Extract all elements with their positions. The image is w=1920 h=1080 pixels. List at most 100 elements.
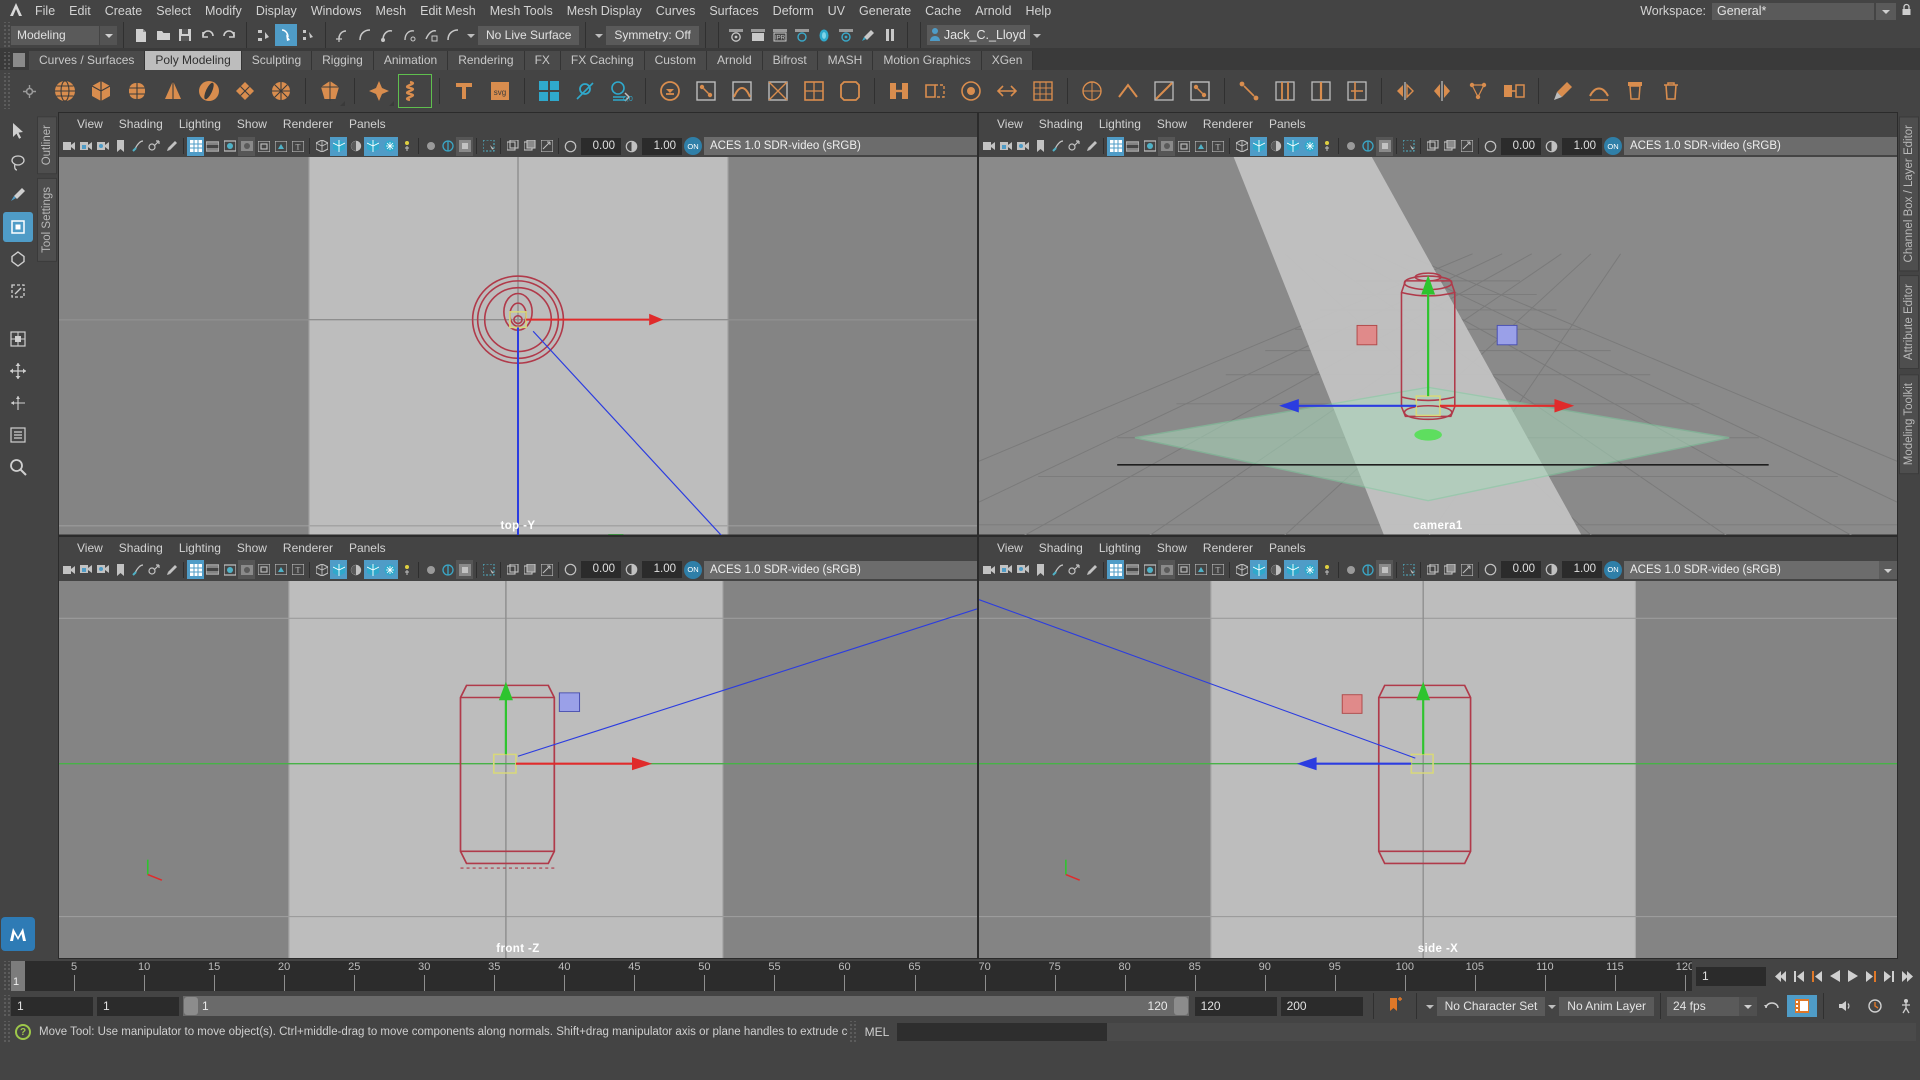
- use-all-lights-icon[interactable]: [1267, 560, 1284, 579]
- render-sequence-icon[interactable]: [791, 24, 813, 46]
- menu-item-create[interactable]: Create: [98, 1, 150, 21]
- multisample-icon[interactable]: [422, 137, 439, 156]
- character-icon[interactable]: [1890, 995, 1920, 1017]
- vm-panels[interactable]: Panels: [1261, 115, 1314, 133]
- shelf-button-poly-sphere[interactable]: [47, 73, 83, 109]
- vm-lighting[interactable]: Lighting: [1091, 539, 1149, 557]
- vtab-modeling-toolkit[interactable]: Modeling Toolkit: [1899, 373, 1919, 474]
- motion-blur-icon[interactable]: [1318, 560, 1335, 579]
- camera-attributes-icon[interactable]: [1015, 560, 1032, 579]
- shelf-button-poly-sculpt[interactable]: [1545, 73, 1581, 109]
- screen-space-ao-icon[interactable]: [1301, 136, 1318, 156]
- shelf-grip[interactable]: [2, 73, 11, 109]
- gamma-value-field[interactable]: 1.00: [642, 137, 682, 155]
- shelf-button-poly-transfer-attributes[interactable]: [1496, 73, 1532, 109]
- range-start-field[interactable]: 1: [97, 996, 179, 1016]
- snap-translate-tool[interactable]: [3, 324, 33, 354]
- character-set-arrow-icon[interactable]: [1423, 997, 1437, 1016]
- menu-item-windows[interactable]: Windows: [304, 1, 369, 21]
- vm-renderer[interactable]: Renderer: [1195, 115, 1261, 133]
- shelf-button-poly-disc[interactable]: [263, 73, 299, 109]
- anim-layer-field[interactable]: No Anim Layer: [1559, 996, 1654, 1016]
- symmetry-field[interactable]: Symmetry: Off: [606, 25, 699, 45]
- 2d-pan-zoom-icon[interactable]: [1066, 560, 1083, 579]
- user-dropdown-arrow-icon[interactable]: [1030, 26, 1044, 45]
- xray-icon[interactable]: [1400, 137, 1417, 156]
- gate-mask-icon[interactable]: [1158, 136, 1175, 156]
- shelf-button-poly-crease[interactable]: [1110, 73, 1146, 109]
- color-space-field[interactable]: ACES 1.0 SDR-video (sRGB): [704, 137, 977, 155]
- maya-logo-icon[interactable]: [4, 2, 28, 21]
- smooth-shade-icon[interactable]: [330, 136, 347, 156]
- scale-tool[interactable]: [3, 276, 33, 306]
- color-management-toggle[interactable]: ON: [684, 137, 702, 155]
- range-slider-grip[interactable]: [2, 995, 11, 1017]
- gate-mask-icon[interactable]: [1158, 560, 1175, 579]
- live-surface-field[interactable]: No Live Surface: [478, 25, 580, 45]
- vm-view[interactable]: View: [69, 115, 111, 133]
- help-line-grip[interactable]: [2, 1021, 11, 1043]
- gamma-icon[interactable]: [1543, 137, 1560, 156]
- persp-view-canvas[interactable]: camera1: [979, 157, 1897, 535]
- exposure-value-field[interactable]: 0.00: [1501, 137, 1541, 155]
- resolution-gate-icon[interactable]: [1141, 560, 1158, 579]
- shelf-button-poly-svg[interactable]: svg: [482, 73, 518, 109]
- film-gate-icon[interactable]: [1124, 560, 1141, 579]
- smooth-shade-icon[interactable]: [330, 560, 347, 579]
- lock-camera-icon[interactable]: [998, 137, 1015, 156]
- xray-active-components-icon[interactable]: [521, 137, 538, 156]
- shelf-button-poly-quadrangulate[interactable]: [796, 73, 832, 109]
- shelf-button-poly-cube[interactable]: [83, 73, 119, 109]
- go-to-end-icon[interactable]: [1898, 965, 1916, 987]
- gamma-icon[interactable]: [623, 137, 640, 156]
- exposure-icon[interactable]: [562, 137, 579, 156]
- gate-mask-icon[interactable]: [238, 136, 255, 156]
- bake-icon[interactable]: [1458, 560, 1475, 579]
- command-result-field[interactable]: [1107, 1023, 1916, 1041]
- step-back-frame-icon[interactable]: [1808, 965, 1826, 987]
- shelf-button-poly-bevel[interactable]: [832, 73, 868, 109]
- shelf-button-poly-fill-hole[interactable]: [953, 73, 989, 109]
- select-camera-icon[interactable]: [981, 137, 998, 156]
- shelf-button-poly-super-ellipse[interactable]: [361, 73, 397, 109]
- menu-set-arrow-icon[interactable]: [100, 25, 117, 45]
- shelf-tab-motion-graphics[interactable]: Motion Graphics: [873, 51, 982, 70]
- shelf-button-poly-soften-edge[interactable]: [1581, 73, 1617, 109]
- shelf-tab-rendering[interactable]: Rendering: [448, 51, 525, 70]
- bookmark-icon[interactable]: [1032, 137, 1049, 156]
- smooth-shade-icon[interactable]: [1250, 560, 1267, 579]
- resolution-gate-icon[interactable]: [221, 137, 238, 156]
- range-bar[interactable]: 1 120: [183, 996, 1189, 1016]
- wireframe-icon[interactable]: [1233, 560, 1250, 579]
- shelf-button-poly-separate[interactable]: [567, 73, 603, 109]
- vm-view[interactable]: View: [989, 115, 1031, 133]
- film-gate-icon[interactable]: [204, 560, 221, 579]
- camera-attributes-icon[interactable]: [1015, 137, 1032, 156]
- user-account-chip[interactable]: Jack_C._Lloyd: [926, 25, 1030, 45]
- isolate-select-icon[interactable]: [456, 560, 473, 579]
- grease-pencil-icon[interactable]: [1083, 560, 1100, 579]
- shelf-button-poly-symmetrize[interactable]: [1424, 73, 1460, 109]
- shelf-tab-menu-button[interactable]: [13, 53, 25, 67]
- undo-icon[interactable]: [196, 24, 218, 46]
- shelf-options-gear-icon[interactable]: [11, 73, 47, 109]
- vm-renderer[interactable]: Renderer: [275, 539, 341, 557]
- film-gate-icon[interactable]: [204, 137, 221, 156]
- select-by-component-type-icon[interactable]: [297, 24, 319, 46]
- vm-panels[interactable]: Panels: [341, 539, 394, 557]
- redo-icon[interactable]: [218, 24, 240, 46]
- go-to-start-icon[interactable]: [1772, 965, 1790, 987]
- play-backwards-icon[interactable]: [1826, 965, 1844, 987]
- shadows-icon[interactable]: [364, 560, 381, 579]
- color-space-field[interactable]: ACES 1.0 SDR-video (sRGB): [1624, 560, 1879, 579]
- isolate-select-icon[interactable]: [1376, 560, 1393, 579]
- loop-playback-icon[interactable]: [1757, 995, 1787, 1017]
- bookmark-icon[interactable]: [112, 560, 129, 579]
- use-all-lights-icon[interactable]: [347, 560, 364, 579]
- shelf-button-poly-insert-edge-loop[interactable]: [1303, 73, 1339, 109]
- vm-lighting[interactable]: Lighting: [171, 115, 229, 133]
- shadows-icon[interactable]: [364, 136, 381, 156]
- exposure-icon[interactable]: [1482, 560, 1499, 579]
- exposure-icon[interactable]: [562, 560, 579, 579]
- menu-item-display[interactable]: Display: [249, 1, 304, 21]
